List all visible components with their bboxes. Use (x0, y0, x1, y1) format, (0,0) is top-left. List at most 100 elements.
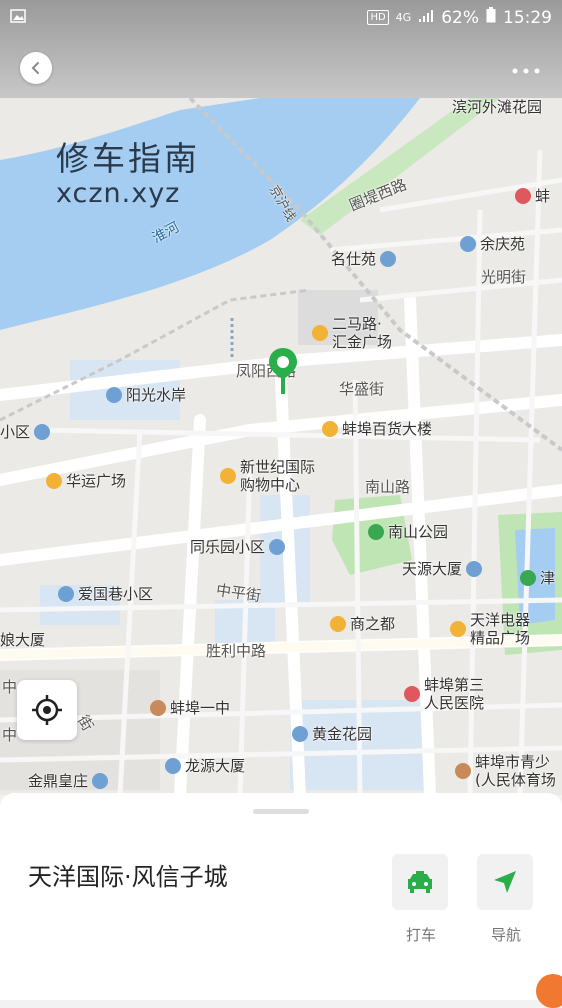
more-dots-icon (512, 68, 540, 74)
poi-niangdasha[interactable]: 娘大厦 (0, 631, 45, 649)
watermark-url: xczn.xyz (56, 178, 181, 209)
poi-nanshan-park[interactable]: 南山公园 (368, 523, 448, 541)
poi-label: 黄金花园 (312, 725, 373, 743)
poi-label: 名仕苑 (331, 250, 377, 268)
network-type: 4G (395, 11, 412, 24)
poi-huijin[interactable]: 二马路· 汇金广场 (312, 315, 392, 351)
clock: 15:29 (503, 7, 552, 28)
poi-huangjin[interactable]: 黄金花园 (292, 725, 372, 743)
poi-label: 蚌埠第三 人民医院 (424, 676, 485, 712)
road-label: 光明街 (481, 268, 527, 286)
poi-baihuo[interactable]: 蚌埠百货大楼 (322, 420, 432, 438)
school-icon (150, 700, 166, 716)
shopping-icon (322, 421, 338, 437)
poi-label: 蚌埠一中 (170, 699, 231, 717)
residential-icon (92, 773, 109, 789)
road-label: 中 (2, 726, 18, 744)
poi-label: 滨河外滩花园 (452, 98, 543, 116)
shopping-icon (330, 616, 346, 632)
location-pin-icon (269, 348, 297, 394)
residential-icon (460, 236, 476, 252)
poi-tianyang-dianqi[interactable]: 天洋电器 精品广场 (450, 611, 530, 647)
road-label: 华盛街 (339, 380, 385, 398)
taxi-button[interactable]: 打车 (392, 854, 450, 945)
signal-icon (418, 8, 434, 28)
poi-label: 余庆苑 (480, 235, 526, 253)
poi-label: 阳光水岸 (126, 386, 187, 404)
building-icon (466, 561, 483, 577)
poi-shangzhidu[interactable]: 商之都 (330, 615, 395, 633)
road-label: 中 (2, 678, 18, 696)
poi-label: 二马路· 汇金广场 (332, 315, 393, 351)
park-icon (368, 524, 384, 540)
poi-jinding[interactable]: 金鼎皇庄 (28, 772, 109, 790)
road-label: 胜利中路 (206, 642, 267, 660)
poi-xinshiji[interactable]: 新世纪国际 购物中心 (220, 458, 315, 494)
hospital-icon (515, 188, 531, 204)
poi-tongleyuan[interactable]: 同乐园小区 (190, 538, 286, 556)
poi-huayun[interactable]: 华运广场 (46, 472, 126, 490)
poi-jin[interactable]: 津 (520, 569, 555, 587)
poi-yizhong[interactable]: 蚌埠一中 (150, 699, 230, 717)
navigate-label: 导航 (490, 926, 521, 944)
poi-xiaoqu[interactable]: 小区 (0, 423, 51, 441)
map-view[interactable]: 淮河 京沪线 滨河外滩花园 蚌 余庆苑 名仕苑 二马路· 汇金广场 阳光水岸 蚌… (0, 0, 562, 795)
hd-badge: HD (367, 10, 389, 25)
battery-icon (486, 7, 496, 28)
poi-label: 津 (540, 569, 556, 587)
residential-icon (34, 424, 51, 440)
poi-label: 同乐园小区 (190, 538, 266, 556)
residential-icon (106, 387, 122, 403)
battery-percent: 62% (441, 7, 479, 28)
poi-yangguang[interactable]: 阳光水岸 (106, 386, 186, 404)
poi-hospital-edge[interactable]: 蚌 (515, 187, 550, 205)
shopping-icon (46, 473, 62, 489)
poi-aiguoxiang[interactable]: 爱国巷小区 (58, 585, 153, 603)
more-button[interactable] (512, 58, 540, 78)
poi-label: 娘大厦 (0, 631, 46, 649)
road-label: 南山路 (365, 478, 411, 496)
poi-label: 天源大厦 (402, 560, 463, 578)
place-title: 天洋国际·风信子城 (28, 863, 228, 891)
poi-third-hospital[interactable]: 蚌埠第三 人民医院 (404, 676, 484, 712)
watermark: 修车指南 xczn.xyz (56, 132, 200, 209)
residential-icon (58, 586, 74, 602)
poi-label: 华运广场 (66, 472, 127, 490)
poi-qingshao[interactable]: 蚌埠市青少 (人民体育场 (455, 753, 556, 789)
poi-label: 南山公园 (388, 523, 449, 541)
sports-icon (455, 763, 471, 779)
poi-binhe[interactable]: 滨河外滩花园 (452, 98, 542, 116)
poi-label: 蚌埠市青少 (人民体育场 (475, 753, 556, 789)
taxi-button-box[interactable] (392, 854, 448, 910)
residential-icon (380, 251, 397, 267)
poi-yuqingyuan[interactable]: 余庆苑 (460, 235, 525, 253)
poi-longyuan[interactable]: 龙源大厦 (165, 757, 245, 775)
locate-me-button[interactable] (17, 680, 77, 740)
poi-label: 蚌埠百货大楼 (342, 420, 433, 438)
drag-handle[interactable] (253, 809, 309, 814)
chevron-left-icon (31, 62, 39, 74)
watermark-title: 修车指南 (56, 139, 200, 178)
poi-label: 小区 (0, 423, 31, 441)
navigate-button-box[interactable] (477, 854, 533, 910)
poi-label: 蚌 (535, 187, 551, 205)
status-bar: HD 4G 62% 15:29 (0, 0, 562, 36)
residential-icon (269, 539, 286, 555)
shopping-icon (450, 621, 466, 637)
poi-tianyuan[interactable]: 天源大厦 (402, 560, 483, 578)
crosshair-icon (32, 695, 62, 725)
building-icon (165, 758, 181, 774)
poi-label: 龙源大厦 (185, 757, 246, 775)
place-detail-sheet[interactable]: 天洋国际·风信子城 打车 导航 (0, 793, 562, 1008)
shopping-icon (220, 468, 236, 484)
poi-label: 金鼎皇庄 (28, 772, 89, 790)
poi-mingshiyuan[interactable]: 名仕苑 (331, 250, 397, 268)
taxi-icon (408, 871, 432, 893)
back-button[interactable] (20, 52, 52, 84)
poi-label: 新世纪国际 购物中心 (240, 458, 316, 494)
hospital-icon (404, 686, 420, 702)
taxi-label: 打车 (405, 926, 436, 944)
floating-link-badge[interactable] (536, 974, 562, 1008)
poi-label: 商之都 (350, 615, 396, 633)
navigate-button[interactable]: 导航 (477, 854, 535, 945)
